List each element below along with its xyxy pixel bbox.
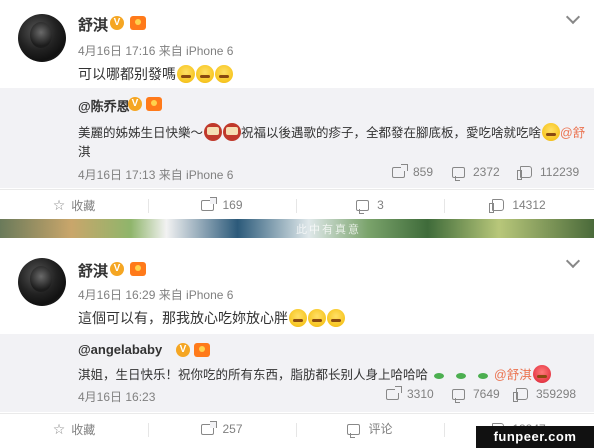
- sweat-emoji-icon: [196, 65, 214, 83]
- comment-button[interactable]: 评论: [296, 414, 444, 445]
- mention-link[interactable]: @舒淇: [494, 368, 532, 382]
- favorite-button[interactable]: ☆ 收藏: [0, 190, 148, 221]
- share-button[interactable]: 169: [148, 190, 296, 221]
- repost-share-count[interactable]: 3310: [386, 386, 434, 401]
- favorite-button[interactable]: ☆ 收藏: [0, 414, 148, 445]
- repost-text-content: 淇姐，生日快乐！祝你吃的所有东西，脂肪都长别人身上哈哈哈: [78, 368, 429, 382]
- post-text-content: 這個可以有，那我放心吃妳放心胖: [78, 310, 288, 326]
- star-icon: ☆: [52, 421, 66, 437]
- chevron-down-icon[interactable]: [565, 9, 581, 25]
- repost-share-count[interactable]: 859: [392, 164, 434, 179]
- share-count-value: 859: [413, 165, 434, 179]
- verified-badge-icon: V: [128, 97, 142, 111]
- share-count-value: 3310: [407, 387, 434, 401]
- like-icon: [489, 199, 505, 213]
- share-count: 169: [222, 198, 243, 212]
- chevron-down-icon[interactable]: [565, 253, 581, 269]
- avatar[interactable]: [18, 258, 66, 306]
- giggle-emoji-icon: [327, 309, 345, 327]
- mention-link[interactable]: @舒: [560, 126, 585, 140]
- repost-meta: 4月16日 16:23: [78, 390, 156, 404]
- comment-icon: [452, 167, 465, 181]
- post-meta: 4月16日 17:16 来自 iPhone 6: [78, 44, 234, 58]
- site-watermark: funpeer.com: [476, 426, 594, 448]
- like-count-value: 112239: [540, 165, 580, 179]
- like-count-value: 359298: [536, 387, 577, 401]
- leaf-emoji-icon: [456, 373, 467, 379]
- sweat-emoji-icon: [215, 65, 233, 83]
- repost-comment-count[interactable]: 2372: [452, 165, 500, 181]
- share-icon: [386, 386, 402, 400]
- comment-icon: [452, 389, 465, 403]
- comment-button[interactable]: 3: [296, 190, 444, 221]
- share-count: 257: [222, 422, 243, 436]
- repost-meta: 4月16日 17:13 来自 iPhone 6: [78, 168, 234, 182]
- heart-eyes-emoji-icon: [532, 365, 551, 383]
- photo-strip-text: 此中有真意: [296, 224, 361, 236]
- repost-text-part1: 美麗的姊姊生日快樂～: [78, 126, 204, 140]
- member-medal-icon: [146, 97, 162, 111]
- comment-icon: [347, 424, 361, 438]
- repost-like-count[interactable]: 112239: [517, 165, 580, 180]
- star-icon: ☆: [52, 197, 66, 213]
- repost-like-count[interactable]: 359298: [513, 387, 577, 402]
- comment-icon: [356, 200, 370, 214]
- share-icon: [392, 164, 408, 178]
- leaf-emoji-icon: [478, 373, 489, 379]
- cake-emoji-icon: [223, 123, 242, 141]
- repost-username[interactable]: @陈乔恩: [78, 96, 130, 115]
- like-icon: [517, 166, 532, 180]
- verified-badge-icon: V: [176, 343, 190, 357]
- comment-count-value: 2372: [473, 165, 500, 179]
- username[interactable]: 舒淇: [78, 14, 108, 35]
- favorite-label: 收藏: [71, 199, 96, 213]
- favorite-label: 收藏: [71, 423, 96, 437]
- like-count: 14312: [512, 198, 546, 212]
- giggle-emoji-icon: [308, 309, 326, 327]
- share-icon: [201, 421, 218, 435]
- like-button[interactable]: 14312: [444, 190, 594, 221]
- grin-emoji-icon: [542, 123, 561, 141]
- giggle-emoji-icon: [289, 309, 307, 327]
- photo-strip: 此中有真意: [0, 219, 594, 238]
- repost-2[interactable]: @angelababy V 淇姐，生日快乐！祝你吃的所有东西，脂肪都长别人身上哈…: [0, 334, 594, 412]
- member-medal-icon: [130, 262, 146, 276]
- verified-badge-icon: V: [110, 16, 124, 30]
- post-text: 這個可以有，那我放心吃妳放心胖: [78, 308, 345, 328]
- share-button[interactable]: 257: [148, 414, 296, 445]
- post-text-content: 可以哪都别發嗎: [78, 66, 176, 82]
- verified-badge-icon: V: [110, 262, 124, 276]
- repost-text: 美麗的姊姊生日快樂～ 祝福以後遇歌的疹子，全都發在腳底板，愛吃啥就吃啥 @舒: [78, 122, 585, 141]
- cake-emoji-icon: [204, 123, 223, 141]
- repost-text-line2: 淇: [78, 145, 91, 159]
- member-medal-icon: [130, 16, 146, 30]
- comment-count-value: 7649: [473, 387, 500, 401]
- repost-text: 淇姐，生日快乐！祝你吃的所有东西，脂肪都长别人身上哈哈哈 @舒淇: [78, 364, 551, 383]
- avatar[interactable]: [18, 14, 66, 62]
- repost-username[interactable]: @angelababy: [78, 342, 162, 357]
- like-icon: [513, 388, 528, 402]
- repost-text-part2: 祝福以後遇歌的疹子，全都發在腳底板，愛吃啥就吃啥: [241, 126, 542, 140]
- comment-count: 3: [377, 198, 384, 212]
- post-meta: 4月16日 16:29 来自 iPhone 6: [78, 288, 234, 302]
- share-icon: [201, 197, 218, 211]
- action-bar: ☆ 收藏 169 3 14312: [0, 189, 594, 220]
- post-text: 可以哪都别發嗎: [78, 64, 233, 84]
- repost-1[interactable]: @陈乔恩 V 美麗的姊姊生日快樂～ 祝福以後遇歌的疹子，全都發在腳底板，愛吃啥就吃…: [0, 88, 594, 188]
- sweat-emoji-icon: [177, 65, 195, 83]
- username[interactable]: 舒淇: [78, 260, 108, 281]
- repost-comment-count[interactable]: 7649: [452, 387, 500, 403]
- member-medal-icon: [194, 343, 210, 357]
- leaf-emoji-icon: [434, 373, 445, 379]
- comment-label: 评论: [368, 422, 393, 436]
